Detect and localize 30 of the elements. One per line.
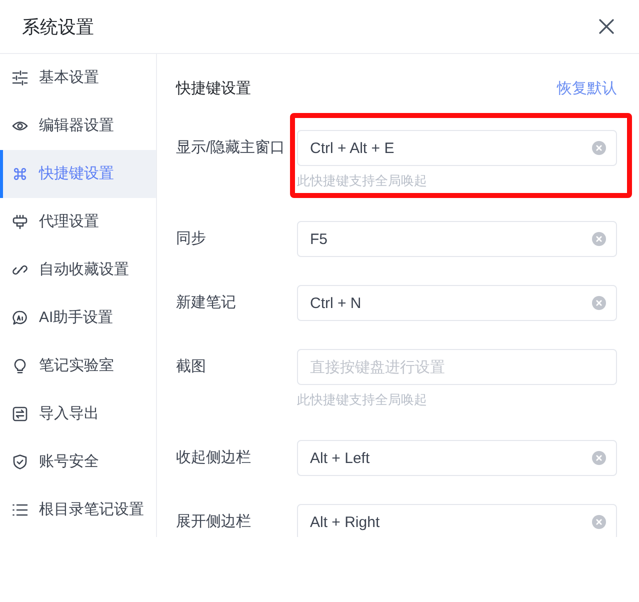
plug-icon xyxy=(12,214,28,230)
hint-text: 此快捷键支持全局唤起 xyxy=(297,391,428,409)
list-icon xyxy=(12,502,28,518)
lightbulb-icon xyxy=(12,358,28,374)
shortcut-field[interactable]: Ctrl + N xyxy=(297,285,617,321)
field-label: 显示/隐藏主窗口 xyxy=(176,138,286,158)
field-label: 新建笔记 xyxy=(176,292,237,313)
clear-icon[interactable] xyxy=(592,141,606,155)
shortcut-field[interactable]: 直接按键盘进行设置 xyxy=(297,349,617,385)
hint-text: 此快捷键支持全局唤起 xyxy=(297,172,428,190)
field-label: 收起侧边栏 xyxy=(176,448,252,468)
dialog-title: 系统设置 xyxy=(22,16,94,38)
shortcut-field[interactable]: Alt + Left xyxy=(297,440,617,476)
clear-icon[interactable] xyxy=(592,296,606,310)
chat-bubble-icon xyxy=(12,310,28,326)
clear-icon[interactable] xyxy=(592,232,606,246)
field-label: 展开侧边栏 xyxy=(176,512,252,532)
close-icon[interactable] xyxy=(599,19,614,34)
shortcut-field[interactable]: Alt + Right xyxy=(297,504,617,537)
clear-icon[interactable] xyxy=(592,451,606,465)
swap-arrows-icon xyxy=(12,406,28,422)
section-title: 快捷键设置 xyxy=(176,78,251,99)
field-label: 同步 xyxy=(176,228,207,249)
field-label: 截图 xyxy=(176,356,207,377)
clear-icon[interactable] xyxy=(592,515,606,529)
shortcut-field[interactable]: Ctrl + Alt + E xyxy=(297,130,617,166)
command-key-icon xyxy=(12,166,28,182)
shortcut-field[interactable]: F5 xyxy=(297,221,617,257)
sliders-icon xyxy=(12,70,28,86)
shield-check-icon xyxy=(12,454,28,470)
